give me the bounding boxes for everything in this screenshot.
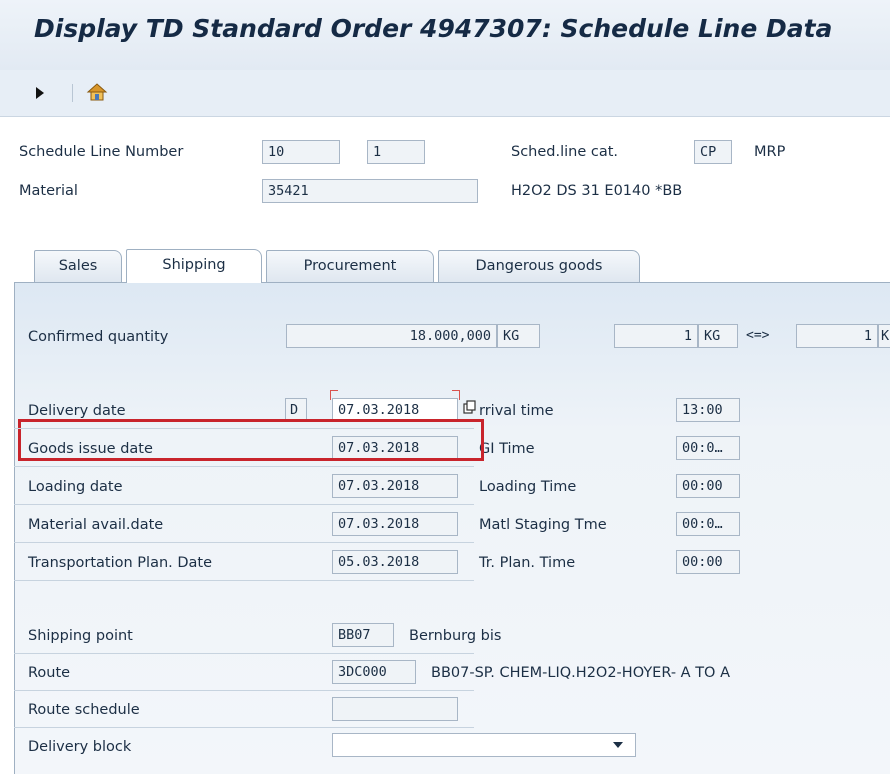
loading-time-field[interactable]: 00:00 — [676, 474, 740, 498]
conversion-quantity-2[interactable]: 1 — [796, 324, 878, 348]
row-separator — [14, 542, 474, 543]
row-separator — [14, 428, 474, 429]
tab-sales[interactable]: Sales — [34, 250, 122, 282]
material-label: Material — [19, 183, 78, 199]
copy-icon[interactable] — [463, 400, 477, 414]
route-field[interactable]: 3DC000 — [332, 660, 416, 684]
focus-corner-tr — [452, 390, 460, 400]
tr-plan-time-label: Tr. Plan. Time — [479, 555, 576, 571]
route-text: BB07-SP. CHEM-LIQ.H2O2-HOYER- A TO A — [431, 665, 730, 681]
window-title: Display TD Standard Order 4947307: Sched… — [34, 14, 833, 43]
row-separator — [14, 580, 474, 581]
annotation-highlight-box — [18, 419, 484, 461]
row-separator — [14, 504, 474, 505]
toolbar-separator — [72, 84, 73, 102]
row-separator — [14, 690, 474, 691]
confirmed-quantity-label: Confirmed quantity — [28, 329, 169, 345]
matl-staging-time-label: Matl Staging Tme — [479, 517, 607, 533]
material-description: H2O2 DS 31 E0140 *BB — [511, 183, 683, 199]
delivery-block-select[interactable] — [332, 733, 636, 757]
shipping-point-text: Bernburg bis — [409, 628, 502, 644]
conversion-symbol: <=> — [746, 328, 770, 343]
transportation-plan-date-label: Transportation Plan. Date — [28, 555, 213, 571]
gi-time-label: GI Time — [479, 441, 535, 457]
schedule-line-number-label: Schedule Line Number — [19, 144, 184, 160]
sched-line-cat-field[interactable]: CP — [694, 140, 732, 164]
confirmed-quantity-unit[interactable]: KG — [497, 324, 540, 348]
tab-procurement[interactable]: Procurement — [266, 250, 434, 282]
sched-line-cat-text: MRP — [754, 144, 786, 160]
material-avail-date-field[interactable]: 07.03.2018 — [332, 512, 458, 536]
delivery-date-label: Delivery date — [28, 403, 126, 419]
schedule-line-sub-number-field[interactable]: 1 — [367, 140, 425, 164]
conversion-unit-1[interactable]: KG — [698, 324, 738, 348]
loading-date-label: Loading date — [28, 479, 123, 495]
row-separator — [14, 653, 474, 654]
conversion-quantity-1[interactable]: 1 — [614, 324, 698, 348]
sched-line-cat-label: Sched.line cat. — [511, 144, 619, 160]
transportation-plan-date-field[interactable]: 05.03.2018 — [332, 550, 458, 574]
gi-time-field[interactable]: 00:0… — [676, 436, 740, 460]
tr-plan-time-field[interactable]: 00:00 — [676, 550, 740, 574]
focus-corner-tl — [330, 390, 338, 400]
tab-dangerous-goods[interactable]: Dangerous goods — [438, 250, 640, 282]
exit-home-icon[interactable] — [86, 81, 108, 103]
route-schedule-field[interactable] — [332, 697, 458, 721]
loading-date-field[interactable]: 07.03.2018 — [332, 474, 458, 498]
matl-staging-time-field[interactable]: 00:0… — [676, 512, 740, 536]
material-field[interactable]: 35421 — [262, 179, 478, 203]
shipping-point-label: Shipping point — [28, 628, 133, 644]
chevron-down-icon[interactable] — [613, 742, 623, 748]
play-arrow-icon[interactable] — [36, 87, 44, 99]
shipping-point-field[interactable]: BB07 — [332, 623, 394, 647]
route-schedule-label: Route schedule — [28, 702, 140, 718]
loading-time-label: Loading Time — [479, 479, 577, 495]
confirmed-quantity-field[interactable]: 18.000,000 — [286, 324, 497, 348]
arrival-time-label: rrival time — [479, 403, 554, 419]
arrival-time-field[interactable]: 13:00 — [676, 398, 740, 422]
delivery-block-label: Delivery block — [28, 739, 132, 755]
row-separator — [14, 727, 474, 728]
route-label: Route — [28, 665, 71, 681]
application-toolbar — [0, 70, 890, 117]
title-bar: Display TD Standard Order 4947307: Sched… — [0, 0, 890, 70]
schedule-line-number-field[interactable]: 10 — [262, 140, 340, 164]
material-avail-date-label: Material avail.date — [28, 517, 164, 533]
row-separator — [14, 466, 474, 467]
conversion-unit-2[interactable]: K — [878, 324, 890, 348]
tab-shipping[interactable]: Shipping — [126, 249, 262, 283]
